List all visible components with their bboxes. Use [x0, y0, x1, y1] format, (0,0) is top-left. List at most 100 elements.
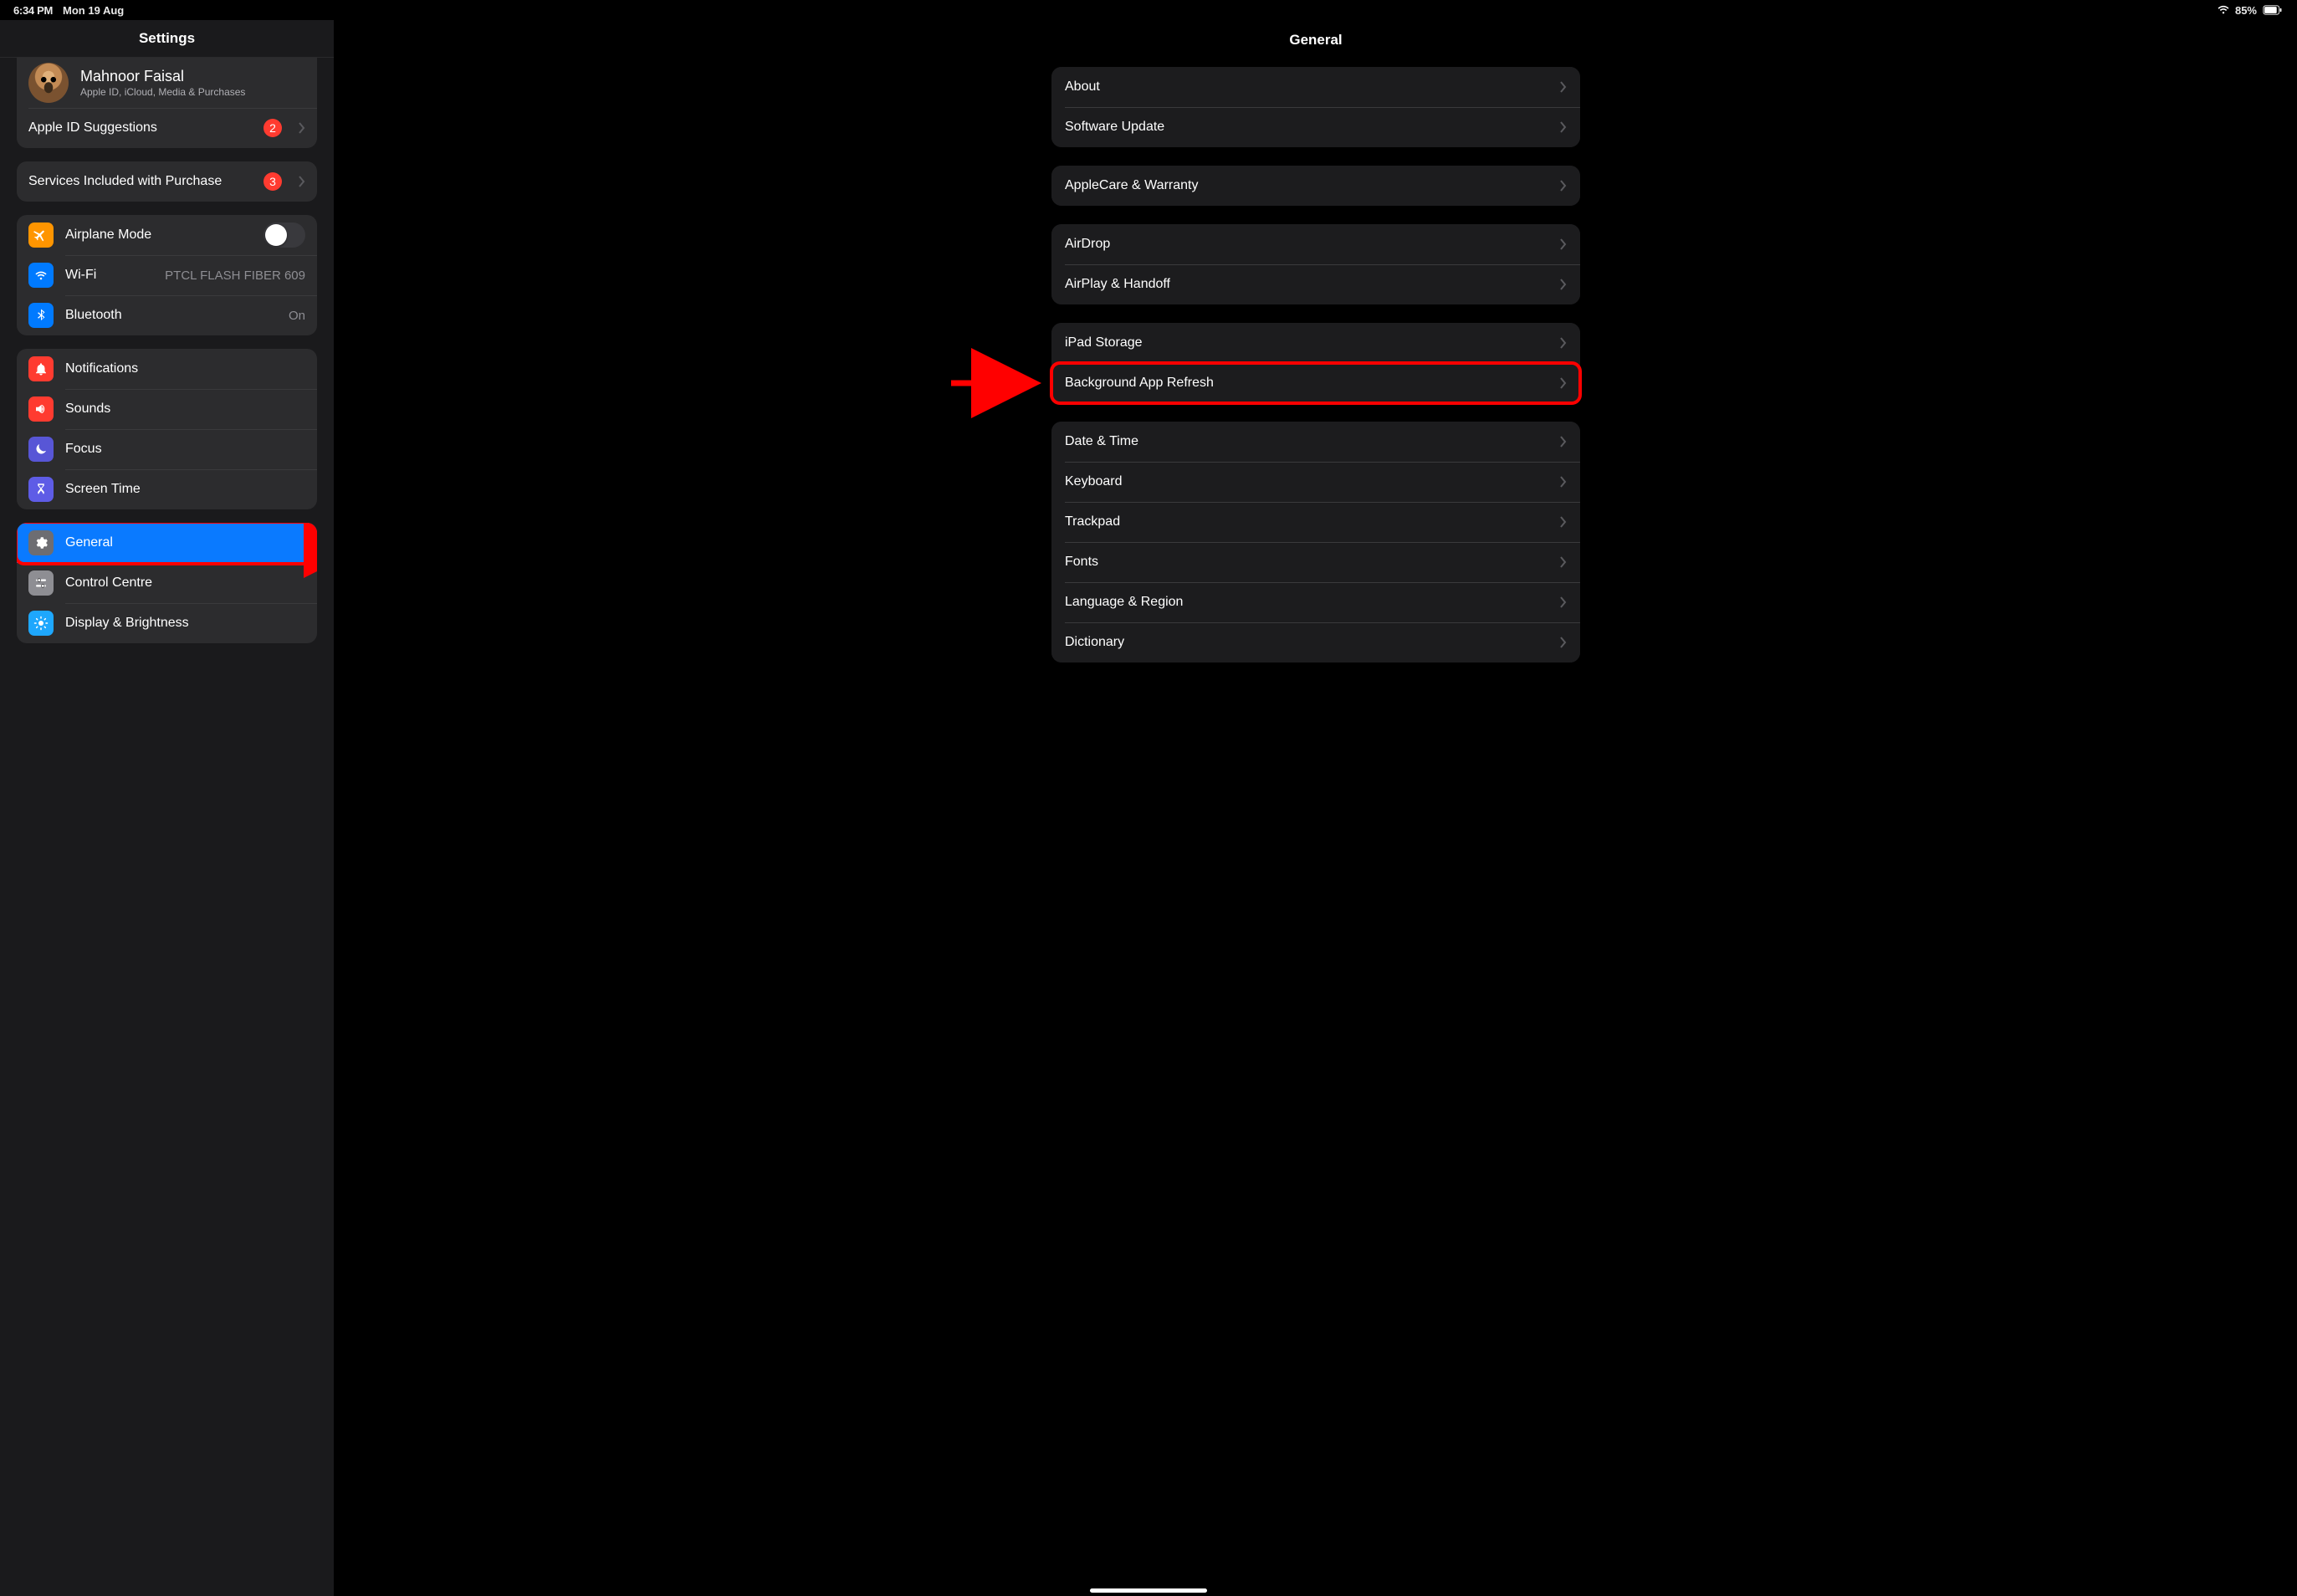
chevron-right-icon: [1560, 516, 1567, 528]
account-group: Mahnoor Faisal Apple ID, iCloud, Media &…: [17, 58, 317, 148]
wifi-icon: [2217, 5, 2230, 15]
airplay-row[interactable]: AirPlay & Handoff: [1051, 264, 1580, 304]
display-brightness-row[interactable]: Display & Brightness: [17, 603, 317, 643]
device-group: General Control Centre Display & Brightn…: [17, 523, 317, 643]
chevron-right-icon: [299, 122, 305, 134]
status-bar: 6:34 PM Mon 19 Aug 85%: [0, 0, 2297, 20]
general-group-applecare: AppleCare & Warranty: [1051, 166, 1580, 206]
apple-id-suggestions-label: Apple ID Suggestions: [28, 120, 252, 136]
language-region-label: Language & Region: [1065, 595, 1560, 610]
account-subtitle: Apple ID, iCloud, Media & Purchases: [80, 86, 305, 98]
ipad-storage-row[interactable]: iPad Storage: [1051, 323, 1580, 363]
software-update-row[interactable]: Software Update: [1051, 107, 1580, 147]
wifi-label: Wi-Fi: [65, 268, 153, 283]
airplane-mode-label: Airplane Mode: [65, 228, 252, 243]
apple-id-suggestions-row[interactable]: Apple ID Suggestions 2: [17, 108, 317, 148]
fonts-label: Fonts: [1065, 555, 1560, 570]
background-app-refresh-label: Background App Refresh: [1065, 376, 1560, 391]
battery-icon: [2262, 5, 2284, 15]
account-row[interactable]: Mahnoor Faisal Apple ID, iCloud, Media &…: [17, 58, 317, 108]
display-brightness-label: Display & Brightness: [65, 616, 305, 631]
bluetooth-value: On: [289, 309, 305, 323]
focus-label: Focus: [65, 442, 305, 457]
trackpad-row[interactable]: Trackpad: [1051, 502, 1580, 542]
bell-icon: [28, 356, 54, 381]
settings-sidebar[interactable]: Settings Mahnoor Faisal Apple ID, iCloud…: [0, 20, 335, 1596]
about-label: About: [1065, 79, 1560, 95]
chevron-right-icon: [1560, 81, 1567, 93]
dictionary-row[interactable]: Dictionary: [1051, 622, 1580, 662]
applecare-label: AppleCare & Warranty: [1065, 178, 1560, 193]
control-centre-label: Control Centre: [65, 575, 305, 591]
brightness-icon: [28, 611, 54, 636]
moon-icon: [28, 437, 54, 462]
background-app-refresh-row[interactable]: Background App Refresh: [1051, 363, 1580, 403]
keyboard-label: Keyboard: [1065, 474, 1560, 489]
sidebar-title: Settings: [0, 20, 334, 58]
airdrop-row[interactable]: AirDrop: [1051, 224, 1580, 264]
general-group-storage: iPad Storage Background App Refresh: [1051, 323, 1580, 403]
keyboard-row[interactable]: Keyboard: [1051, 462, 1580, 502]
software-update-label: Software Update: [1065, 120, 1560, 135]
services-row[interactable]: Services Included with Purchase 3: [17, 161, 317, 202]
dictionary-label: Dictionary: [1065, 635, 1560, 650]
general-label: General: [65, 535, 305, 550]
wifi-row[interactable]: Wi-Fi PTCL FLASH FIBER 609: [17, 255, 317, 295]
wifi-icon: [28, 263, 54, 288]
language-region-row[interactable]: Language & Region: [1051, 582, 1580, 622]
connectivity-group: Airplane Mode Wi-Fi PTCL FLASH FIBER 609…: [17, 215, 317, 335]
screen-time-row[interactable]: Screen Time: [17, 469, 317, 509]
sounds-row[interactable]: Sounds: [17, 389, 317, 429]
bluetooth-row[interactable]: Bluetooth On: [17, 295, 317, 335]
airplay-label: AirPlay & Handoff: [1065, 277, 1560, 292]
chevron-right-icon: [1560, 596, 1567, 608]
status-date: Mon 19 Aug: [63, 4, 124, 17]
airplane-icon: [28, 223, 54, 248]
fonts-row[interactable]: Fonts: [1051, 542, 1580, 582]
speaker-icon: [28, 396, 54, 422]
notifications-row[interactable]: Notifications: [17, 349, 317, 389]
chevron-right-icon: [1560, 556, 1567, 568]
wifi-value: PTCL FLASH FIBER 609: [165, 269, 305, 283]
gear-icon: [28, 530, 54, 555]
airplane-mode-row[interactable]: Airplane Mode: [17, 215, 317, 255]
general-group-about: About Software Update: [1051, 67, 1580, 147]
chevron-right-icon: [1560, 637, 1567, 648]
chevron-right-icon: [1560, 180, 1567, 192]
general-group-connectivity: AirDrop AirPlay & Handoff: [1051, 224, 1580, 304]
services-group: Services Included with Purchase 3: [17, 161, 317, 202]
apple-id-suggestions-badge: 2: [263, 119, 282, 137]
screen-time-label: Screen Time: [65, 482, 305, 497]
notifications-label: Notifications: [65, 361, 305, 376]
sliders-icon: [28, 570, 54, 596]
applecare-row[interactable]: AppleCare & Warranty: [1051, 166, 1580, 206]
avatar: [28, 63, 69, 103]
account-name: Mahnoor Faisal: [80, 68, 305, 85]
about-row[interactable]: About: [1051, 67, 1580, 107]
date-time-row[interactable]: Date & Time: [1051, 422, 1580, 462]
airdrop-label: AirDrop: [1065, 237, 1560, 252]
alerts-group: Notifications Sounds Focus Screen Time: [17, 349, 317, 509]
detail-pane[interactable]: General About Software Update AppleCare …: [335, 20, 2297, 1596]
chevron-right-icon: [1560, 436, 1567, 448]
date-time-label: Date & Time: [1065, 434, 1560, 449]
bluetooth-label: Bluetooth: [65, 308, 277, 323]
home-indicator: [1090, 1588, 1207, 1593]
hourglass-icon: [28, 477, 54, 502]
status-time: 6:34 PM: [13, 4, 53, 17]
detail-title: General: [335, 20, 2297, 60]
chevron-right-icon: [299, 176, 305, 187]
status-battery-pct: 85%: [2235, 4, 2257, 17]
airplane-mode-toggle[interactable]: [263, 223, 305, 248]
trackpad-label: Trackpad: [1065, 514, 1560, 529]
focus-row[interactable]: Focus: [17, 429, 317, 469]
chevron-right-icon: [1560, 377, 1567, 389]
chevron-right-icon: [1560, 121, 1567, 133]
chevron-right-icon: [1560, 337, 1567, 349]
sounds-label: Sounds: [65, 402, 305, 417]
general-row[interactable]: General: [17, 523, 317, 563]
chevron-right-icon: [1560, 476, 1567, 488]
control-centre-row[interactable]: Control Centre: [17, 563, 317, 603]
services-label: Services Included with Purchase: [28, 174, 252, 189]
general-group-system: Date & Time Keyboard Trackpad Fonts Lang…: [1051, 422, 1580, 662]
